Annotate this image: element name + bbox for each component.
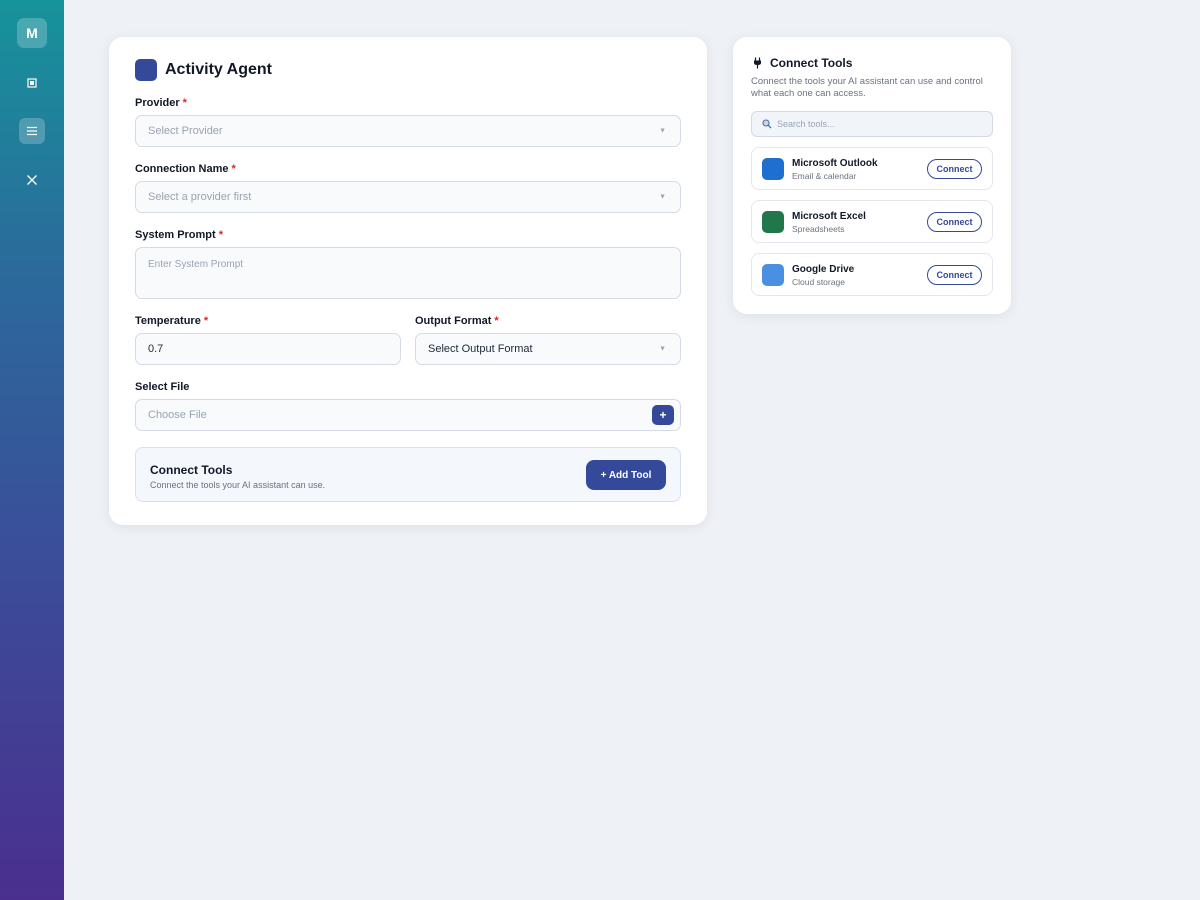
agent-icon bbox=[135, 59, 157, 81]
connection-name-label: Connection Name * bbox=[135, 163, 236, 175]
tool-card-excel: Microsoft Excel Spreadsheets Connect bbox=[751, 200, 993, 243]
agent-form-card: Activity Agent Provider * Select Provider… bbox=[109, 37, 707, 525]
tool-name: Microsoft Outlook bbox=[792, 158, 878, 169]
close-icon bbox=[27, 175, 37, 185]
plug-icon bbox=[754, 57, 761, 69]
chevron-down-icon: ▼ bbox=[659, 127, 666, 135]
panel-title: Connect Tools bbox=[770, 56, 853, 70]
connect-tools-title: Connect Tools bbox=[150, 463, 233, 477]
temperature-label: Temperature * bbox=[135, 315, 209, 327]
connect-tools-section: Connect Tools Connect the tools your AI … bbox=[135, 447, 681, 502]
sidebar-item-dashboard[interactable] bbox=[19, 70, 45, 96]
connection-name-select[interactable]: Select a provider first ▼ bbox=[135, 181, 681, 213]
file-chooser[interactable]: Choose File + bbox=[135, 399, 681, 431]
tool-subtitle: Email & calendar bbox=[792, 171, 857, 181]
menu-icon bbox=[27, 126, 37, 136]
connect-tools-subtitle: Connect the tools your AI assistant can … bbox=[150, 480, 326, 490]
google-drive-icon bbox=[762, 264, 784, 286]
square-icon bbox=[27, 78, 37, 88]
tool-subtitle: Spreadsheets bbox=[792, 224, 845, 234]
output-format-select[interactable]: Select Output Format ▼ bbox=[415, 333, 681, 365]
chevron-down-icon: ▼ bbox=[659, 345, 666, 353]
connect-drive-button[interactable]: Connect bbox=[927, 265, 982, 285]
connect-outlook-button[interactable]: Connect bbox=[927, 159, 982, 179]
provider-label: Provider * bbox=[135, 97, 187, 109]
system-prompt-label: System Prompt * bbox=[135, 229, 223, 241]
panel-description: Connect the tools your AI assistant can … bbox=[751, 76, 983, 99]
search-icon bbox=[762, 119, 772, 129]
outlook-icon bbox=[762, 158, 784, 180]
provider-select[interactable]: Select Provider ▼ bbox=[135, 115, 681, 147]
panel-header: Connect Tools bbox=[753, 56, 852, 70]
tool-subtitle: Cloud storage bbox=[792, 277, 845, 287]
tool-card-outlook: Microsoft Outlook Email & calendar Conne… bbox=[751, 147, 993, 190]
chevron-down-icon: ▼ bbox=[659, 193, 666, 201]
system-prompt-textarea[interactable]: Enter System Prompt bbox=[135, 247, 681, 299]
tool-name: Google Drive bbox=[792, 264, 855, 275]
tool-card-drive: Google Drive Cloud storage Connect bbox=[751, 253, 993, 296]
temperature-input[interactable]: 0.7 bbox=[135, 333, 401, 365]
page-title: Activity Agent bbox=[165, 61, 272, 78]
form-header: Activity Agent bbox=[135, 59, 272, 81]
app-logo[interactable]: M bbox=[17, 18, 47, 48]
tool-name: Microsoft Excel bbox=[792, 211, 866, 222]
excel-icon bbox=[762, 211, 784, 233]
output-format-label: Output Format * bbox=[415, 315, 499, 327]
sidebar-item-menu[interactable] bbox=[19, 118, 45, 144]
connect-tools-panel: Connect Tools Connect the tools your AI … bbox=[733, 37, 1011, 314]
add-tool-button[interactable]: + Add Tool bbox=[586, 460, 666, 490]
add-file-button[interactable]: + bbox=[652, 405, 674, 425]
select-file-label: Select File bbox=[135, 381, 190, 393]
sidebar: M bbox=[0, 0, 64, 900]
search-tools-input[interactable]: Search tools... bbox=[751, 111, 993, 137]
connect-excel-button[interactable]: Connect bbox=[927, 212, 982, 232]
sidebar-item-close[interactable] bbox=[19, 167, 45, 193]
